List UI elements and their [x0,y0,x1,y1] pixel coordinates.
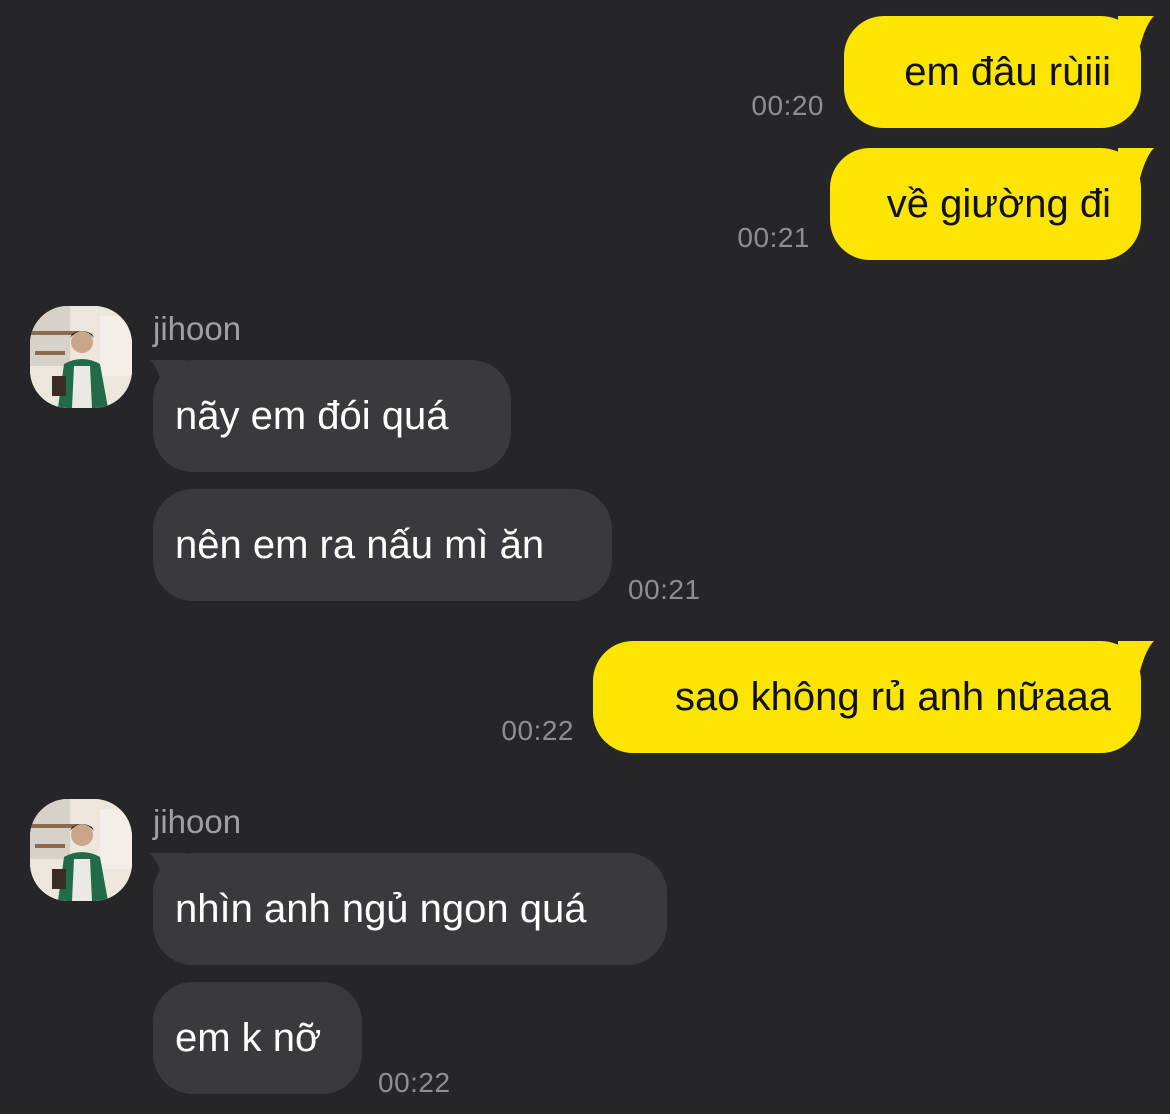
sender-name: jihoon [153,803,242,840]
message-timestamp: 00:21 [628,574,701,605]
outgoing-bubble-tail [1118,641,1154,671]
message-timestamp: 00:22 [378,1067,451,1098]
outgoing-bubble-tail [1118,148,1154,178]
contact-avatar[interactable] [30,306,132,408]
avatar-photo-icon [30,306,132,408]
incoming-message-bubble[interactable]: nhìn anh ngủ ngon quá [153,853,667,965]
sender-name: jihoon [153,310,242,347]
contact-avatar[interactable] [30,799,132,901]
avatar-photo-icon [30,799,132,901]
incoming-message-bubble[interactable]: em k nỡ [153,982,362,1094]
incoming-message-bubble[interactable]: nãy em đói quá [153,360,511,472]
outgoing-message-bubble[interactable]: em đâu rùiii [844,16,1141,128]
outgoing-bubble-tail [1118,16,1154,46]
message-timestamp: 00:20 [751,90,824,121]
outgoing-message-bubble[interactable]: về giường đi [830,148,1141,260]
message-timestamp: 00:21 [737,222,810,253]
outgoing-message-bubble[interactable]: sao không rủ anh nữaaa [593,641,1141,753]
incoming-message-bubble[interactable]: nên em ra nấu mì ăn [153,489,612,601]
message-timestamp: 00:22 [501,715,574,746]
